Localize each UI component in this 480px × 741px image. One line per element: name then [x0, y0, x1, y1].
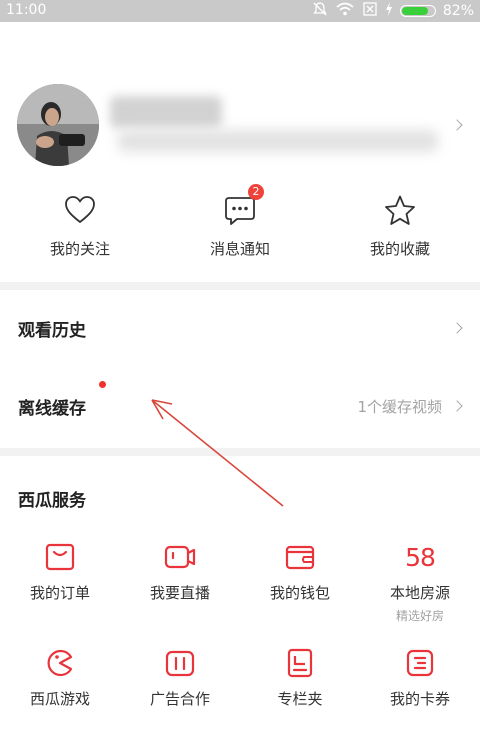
- local-housing-button[interactable]: 58 本地房源 精选好房: [360, 540, 480, 624]
- my-coupons-label: 我的卡券: [389, 690, 450, 708]
- local-housing-label: 本地房源: [389, 584, 450, 602]
- 58-icon-text: 58: [405, 542, 436, 572]
- my-wallet-label: 我的钱包: [269, 584, 330, 602]
- ad-cooperation-label: 广告合作: [149, 690, 210, 708]
- live-camera-icon: [120, 540, 240, 574]
- xigua-games-button[interactable]: 西瓜游戏: [0, 646, 120, 709]
- column-folder-label: 专栏夹: [277, 690, 323, 708]
- local-housing-sublabel: 精选好房: [395, 609, 444, 623]
- order-icon: [0, 540, 120, 574]
- go-live-button[interactable]: 我要直播: [120, 540, 240, 603]
- column-icon: [240, 646, 360, 680]
- wallet-icon: [240, 540, 360, 574]
- annotation-arrow: [151, 399, 284, 507]
- xigua-games-label: 西瓜游戏: [29, 690, 90, 708]
- services-title: 西瓜服务: [18, 491, 86, 511]
- my-coupons-button[interactable]: 我的卡券: [360, 646, 480, 709]
- my-wallet-button[interactable]: 我的钱包: [240, 540, 360, 603]
- 58-icon: 58: [360, 540, 480, 574]
- coupon-icon: [360, 646, 480, 680]
- ad-cooperation-button[interactable]: 广告合作: [120, 646, 240, 709]
- column-folder-button[interactable]: 专栏夹: [240, 646, 360, 709]
- my-orders-label: 我的订单: [29, 584, 90, 602]
- my-orders-button[interactable]: 我的订单: [0, 540, 120, 603]
- go-live-label: 我要直播: [149, 584, 210, 602]
- ad-icon: [120, 646, 240, 680]
- game-icon: [0, 646, 120, 680]
